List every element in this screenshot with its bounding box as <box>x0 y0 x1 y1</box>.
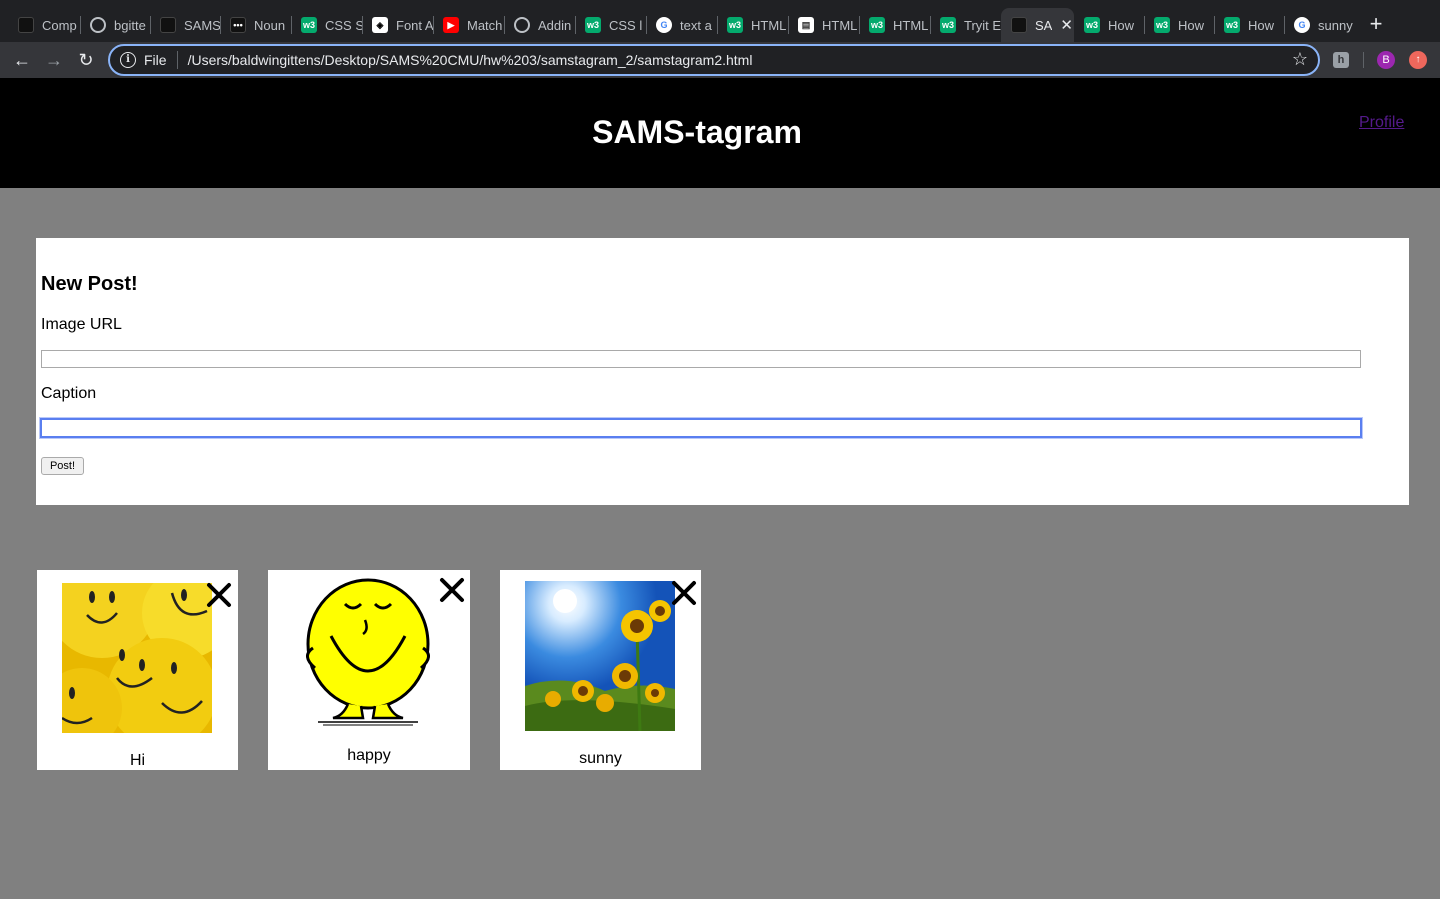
post-button[interactable]: Post! <box>41 457 84 475</box>
new-tab-button[interactable]: + <box>1364 10 1388 38</box>
browser-tab[interactable]: w3 HTML <box>859 8 930 42</box>
w3schools-icon: w3 <box>1224 17 1240 33</box>
profile-link[interactable]: Profile <box>1359 114 1404 132</box>
tab-label: sunny <box>1318 17 1353 33</box>
github-icon <box>90 17 106 33</box>
browser-tab[interactable]: ▶ Match <box>433 8 504 42</box>
browser-tab[interactable]: SAMS <box>150 8 220 42</box>
forward-arrow-icon[interactable]: → <box>42 48 66 72</box>
browser-tab[interactable]: G sunny <box>1284 8 1354 42</box>
tab-label: Comp <box>42 17 77 33</box>
site-info-icon[interactable]: i <box>120 52 136 68</box>
tab-label: Match <box>467 17 503 33</box>
image-url-label: Image URL <box>41 316 122 333</box>
tab-label: Font A <box>396 17 433 33</box>
tab-label: How <box>1178 17 1205 33</box>
w3schools-icon: w3 <box>301 17 317 33</box>
tab-label: CSS l <box>609 17 643 33</box>
profile-avatar[interactable]: B <box>1377 51 1395 69</box>
browser-tab[interactable]: G text a <box>646 8 717 42</box>
w3schools-icon: w3 <box>1154 17 1170 33</box>
post-card: sunny <box>500 570 701 770</box>
site-title: SAMS-tagram <box>592 114 802 150</box>
url-scheme: File <box>144 52 167 68</box>
browser-tab[interactable]: w3 CSS S <box>291 8 362 42</box>
update-icon[interactable]: ↑ <box>1409 51 1427 69</box>
w3schools-icon: w3 <box>1084 17 1100 33</box>
google-icon: G <box>656 17 672 33</box>
browser-tab[interactable]: ▤ HTML <box>788 8 859 42</box>
tab-favicon-icon <box>1011 17 1027 33</box>
tab-label: How <box>1248 17 1275 33</box>
browser-tab-strip: Comp bgitte SAMS ••• Noun w3 CSS S ◈ Fon… <box>0 0 1440 42</box>
browser-tab[interactable]: Comp <box>8 8 80 42</box>
post-card: Hi <box>37 570 238 770</box>
reload-icon[interactable]: ↻ <box>74 48 98 72</box>
browser-tab[interactable]: w3 How <box>1074 8 1144 42</box>
browser-tab[interactable]: w3 CSS l <box>575 8 646 42</box>
w3schools-icon: w3 <box>869 17 885 33</box>
tab-label: HTML <box>822 17 858 33</box>
tab-label: SAMS <box>184 17 220 33</box>
tab-label: Noun <box>254 17 286 33</box>
divider <box>1363 52 1364 68</box>
url-text: /Users/baldwingittens/Desktop/SAMS%20CMU… <box>187 52 753 68</box>
bookmark-star-icon[interactable]: ☆ <box>1292 49 1308 70</box>
caption-input[interactable] <box>40 418 1362 438</box>
browser-tab[interactable]: w3 How <box>1214 8 1284 42</box>
post-caption: happy <box>347 747 391 764</box>
post-caption: Hi <box>129 752 146 769</box>
tab-favicon-icon <box>160 17 176 33</box>
close-tab-icon[interactable]: ✕ <box>1060 16 1073 34</box>
document-icon: ▤ <box>798 17 814 33</box>
back-arrow-icon[interactable]: ← <box>10 48 34 72</box>
tab-label: text a <box>680 17 712 33</box>
w3schools-icon: w3 <box>585 17 601 33</box>
caption-label: Caption <box>41 385 97 402</box>
new-post-form: New Post! Image URL Caption Post! <box>36 238 1409 505</box>
address-bar[interactable]: i File /Users/baldwingittens/Desktop/SAM… <box>108 44 1320 76</box>
tab-label: CSS S <box>325 17 362 33</box>
noun-project-icon: ••• <box>230 17 246 33</box>
github-icon <box>514 17 530 33</box>
post-card: happy <box>268 570 470 770</box>
close-icon[interactable] <box>670 579 698 607</box>
w3schools-icon: w3 <box>727 17 743 33</box>
tab-label: bgitte <box>114 17 146 33</box>
tab-label: Tryit E <box>964 17 1001 33</box>
browser-tab[interactable]: ◈ Font A <box>362 8 433 42</box>
browser-tab-active[interactable]: SA ✕ <box>1001 8 1074 42</box>
extension-icon[interactable]: h <box>1333 52 1349 68</box>
w3schools-icon: w3 <box>940 17 956 33</box>
tab-label: HTML <box>893 17 929 33</box>
close-icon[interactable] <box>205 581 233 609</box>
tab-label: SA <box>1035 17 1053 33</box>
google-icon: G <box>1294 17 1310 33</box>
tab-label: How <box>1108 17 1135 33</box>
post-image <box>525 581 675 731</box>
browser-toolbar: ← → ↻ i File /Users/baldwingittens/Deskt… <box>0 42 1440 78</box>
divider <box>176 51 178 69</box>
tab-label: HTML <box>751 17 787 33</box>
browser-tab[interactable]: w3 Tryit E <box>930 8 1001 42</box>
tab-favicon-icon <box>18 17 34 33</box>
close-icon[interactable] <box>438 576 466 604</box>
post-image <box>293 576 443 726</box>
youtube-icon: ▶ <box>443 17 459 33</box>
post-image <box>62 583 212 733</box>
post-caption: sunny <box>579 750 622 767</box>
form-heading: New Post! <box>41 273 138 295</box>
browser-tab[interactable]: Addin <box>504 8 575 42</box>
font-awesome-icon: ◈ <box>372 17 388 33</box>
image-url-input[interactable] <box>41 350 1361 368</box>
browser-tab[interactable]: ••• Noun <box>220 8 291 42</box>
browser-tab[interactable]: bgitte <box>80 8 150 42</box>
browser-tab[interactable]: w3 HTML <box>717 8 788 42</box>
tab-label: Addin <box>538 17 572 33</box>
browser-tab[interactable]: w3 How <box>1144 8 1214 42</box>
site-header: SAMS-tagram Profile <box>0 78 1440 188</box>
